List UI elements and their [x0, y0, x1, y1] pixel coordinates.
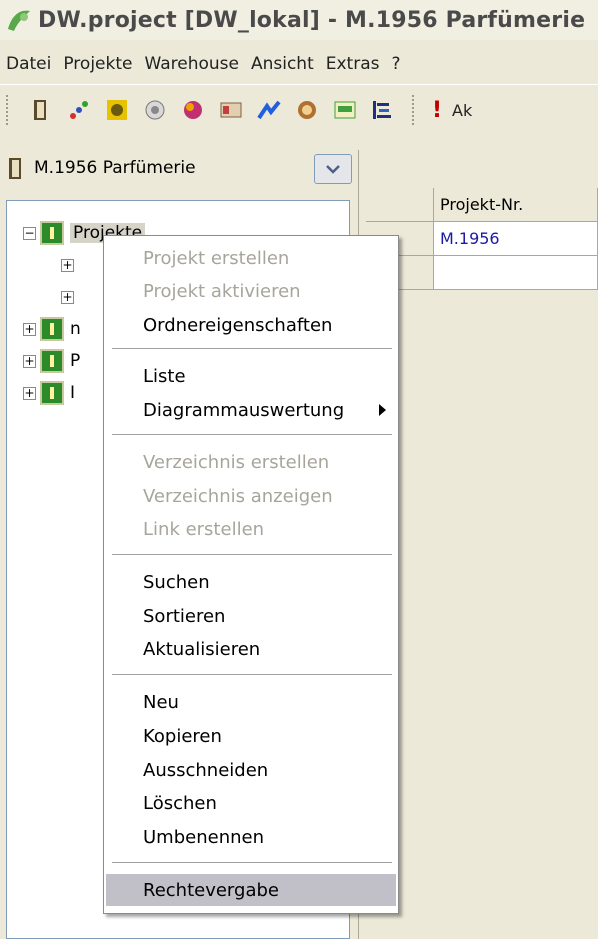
menu-extras[interactable]: Extras — [320, 54, 386, 74]
expand-icon[interactable]: + — [23, 322, 36, 336]
menu-item-link-erstellen: Link erstellen — [106, 513, 396, 545]
expand-icon[interactable]: + — [23, 354, 36, 368]
menu-item-label: Sortieren — [143, 605, 226, 627]
gantt-icon[interactable] — [370, 97, 396, 123]
tree-node-child[interactable]: + — [61, 283, 78, 311]
menu-help[interactable]: ? — [385, 54, 406, 74]
menu-item-diagrammauswertung[interactable]: Diagrammauswertung — [106, 394, 396, 426]
tree-node-n[interactable]: + n — [23, 315, 81, 343]
collapse-icon[interactable]: − — [23, 226, 36, 240]
report-icon[interactable] — [332, 97, 358, 123]
cube-icon[interactable] — [180, 97, 206, 123]
project-selector[interactable]: M.1956 Parfümerie — [6, 150, 354, 186]
tree-node-i[interactable]: + I — [23, 379, 75, 407]
table-row[interactable]: M.1956 — [366, 222, 598, 256]
menu-item-loeschen[interactable]: Löschen — [106, 787, 396, 819]
project-grid: Projekt-Nr. M.1956 — [366, 150, 598, 939]
dropdown-button[interactable] — [314, 154, 352, 184]
tree-label[interactable]: I — [70, 383, 75, 403]
menu-item-label: Aktualisieren — [143, 638, 261, 660]
window-title: DW.project [DW_lokal] - M.1956 Parfümeri… — [38, 7, 586, 33]
menu-item-label: Projekt erstellen — [143, 247, 290, 269]
tree-label[interactable]: P — [70, 351, 80, 371]
context-menu: Projekt erstellen Projekt aktivieren Ord… — [103, 235, 399, 914]
toolbar-grip[interactable] — [6, 95, 12, 125]
grid-header-band — [366, 150, 598, 189]
menu-item-rechtevergabe[interactable]: Rechtevergabe — [106, 874, 396, 906]
binder-icon — [9, 158, 21, 179]
menu-projekte[interactable]: Projekte — [57, 54, 138, 74]
menu-datei[interactable]: Datei — [0, 54, 57, 74]
project-selector-value: M.1956 Parfümerie — [34, 158, 196, 178]
menu-ansicht[interactable]: Ansicht — [245, 54, 320, 74]
menu-separator — [112, 554, 392, 555]
folder-icon — [40, 221, 64, 245]
menu-item-kopieren[interactable]: Kopieren — [106, 720, 396, 752]
menu-item-label: Rechtevergabe — [143, 879, 279, 901]
expand-icon[interactable]: + — [61, 258, 74, 272]
menu-item-sortieren[interactable]: Sortieren — [106, 600, 396, 632]
menu-item-projekt-aktivieren: Projekt aktivieren — [106, 275, 396, 307]
menu-item-label: Löschen — [143, 792, 217, 814]
alert-icon[interactable]: ! — [432, 98, 442, 123]
gear-icon[interactable] — [142, 97, 168, 123]
menu-item-verzeichnis-anzeigen: Verzeichnis anzeigen — [106, 480, 396, 512]
menu-item-ordnereigenschaften[interactable]: Ordnereigenschaften — [106, 309, 396, 341]
submenu-arrow-icon — [379, 404, 386, 416]
menu-separator — [112, 862, 392, 863]
folder-icon — [40, 349, 64, 373]
menu-item-neu[interactable]: Neu — [106, 686, 396, 718]
menu-separator — [112, 434, 392, 435]
app-logo-icon — [8, 10, 30, 31]
menu-item-umbenennen[interactable]: Umbenennen — [106, 821, 396, 853]
menu-item-label: Liste — [143, 365, 186, 387]
grid-table: Projekt-Nr. M.1956 — [366, 188, 598, 290]
row-header-corner — [366, 188, 434, 222]
menu-item-label: Verzeichnis anzeigen — [143, 485, 333, 507]
folder-icon — [40, 381, 64, 405]
chart-icon[interactable] — [66, 97, 92, 123]
menu-item-label: Ausschneiden — [143, 759, 269, 781]
card-icon[interactable] — [218, 97, 244, 123]
table-row[interactable] — [366, 256, 598, 290]
menu-item-liste[interactable]: Liste — [106, 360, 396, 392]
grid-header-row: Projekt-Nr. — [366, 188, 598, 222]
column-header-projekt-nr[interactable]: Projekt-Nr. — [434, 188, 598, 222]
tree-label[interactable]: n — [70, 319, 81, 339]
menu-item-aktualisieren[interactable]: Aktualisieren — [106, 633, 396, 665]
tree-node-p[interactable]: + P — [23, 347, 80, 375]
menu-separator — [112, 674, 392, 675]
grid-cell-empty[interactable] — [434, 256, 598, 290]
binder-icon[interactable] — [28, 97, 54, 123]
menu-item-label: Neu — [143, 691, 179, 713]
menu-item-suchen[interactable]: Suchen — [106, 566, 396, 598]
tree-node-child[interactable]: + — [61, 251, 78, 279]
toolbar: ! Ak — [0, 88, 598, 132]
menu-item-projekt-erstellen: Projekt erstellen — [106, 242, 396, 274]
menu-warehouse[interactable]: Warehouse — [138, 54, 244, 74]
toolbar-alert-label[interactable]: Ak — [452, 101, 472, 120]
grid-cell-projekt-nr[interactable]: M.1956 — [434, 222, 598, 256]
menu-item-ausschneiden[interactable]: Ausschneiden — [106, 754, 396, 786]
toolbar-separator — [412, 95, 418, 125]
menu-item-label: Verzeichnis erstellen — [143, 451, 330, 473]
title-bar: DW.project [DW_lokal] - M.1956 Parfümeri… — [0, 0, 598, 40]
menu-item-verzeichnis-erstellen: Verzeichnis erstellen — [106, 446, 396, 478]
menu-bar: Datei Projekte Warehouse Ansicht Extras … — [0, 44, 598, 85]
folder-icon — [40, 317, 64, 341]
expand-icon[interactable]: + — [61, 290, 74, 304]
menu-item-label: Diagrammauswertung — [143, 399, 345, 421]
globe-icon[interactable] — [294, 97, 320, 123]
menu-item-label: Suchen — [143, 571, 210, 593]
chevron-down-icon — [326, 165, 340, 174]
expand-icon[interactable]: + — [23, 386, 36, 400]
menu-separator — [112, 348, 392, 349]
menu-item-label: Link erstellen — [143, 518, 265, 540]
menu-item-label: Kopieren — [143, 725, 222, 747]
menu-item-label: Projekt aktivieren — [143, 280, 301, 302]
menu-item-label: Umbenennen — [143, 826, 264, 848]
graph-icon[interactable] — [256, 97, 282, 123]
safe-icon[interactable] — [104, 97, 130, 123]
menu-item-label: Ordnereigenschaften — [143, 314, 333, 336]
